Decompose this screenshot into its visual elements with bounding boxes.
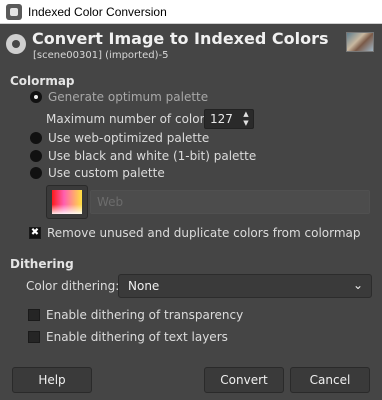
radio-icon (30, 167, 42, 179)
window-title: Indexed Color Conversion (28, 4, 167, 19)
spin-arrows: ▲ ▼ (239, 110, 253, 128)
dither-transparency-checkbox-row[interactable]: Enable dithering of transparency (28, 308, 243, 322)
dialog-header: Convert Image to Indexed Colors [scene00… (0, 26, 382, 66)
spin-down-icon[interactable]: ▼ (239, 119, 253, 128)
title-bar: Indexed Color Conversion (0, 0, 382, 24)
gimp-app-icon (6, 3, 22, 20)
max-colors-spinbox[interactable]: 127 ▲ ▼ (204, 109, 254, 129)
color-dithering-label: Color dithering: (26, 279, 120, 293)
radio-label: Use black and white (1-bit) palette (48, 149, 257, 163)
convert-gear-icon (6, 34, 26, 54)
convert-button[interactable]: Convert (204, 367, 284, 393)
radio-label: Generate optimum palette (48, 90, 209, 104)
radio-label: Use custom palette (48, 166, 165, 180)
dithering-section-title: Dithering (10, 257, 74, 271)
spin-up-icon[interactable]: ▲ (239, 110, 253, 119)
radio-custom-palette[interactable]: Use custom palette (30, 166, 165, 180)
radio-selected-icon (30, 91, 42, 103)
radio-black-white[interactable]: Use black and white (1-bit) palette (30, 149, 256, 163)
color-dithering-row: Color dithering: (26, 279, 119, 293)
dither-text-layers-label: Enable dithering of text layers (46, 330, 228, 344)
custom-palette-field: Web (90, 190, 370, 214)
palette-selector-button[interactable] (46, 185, 88, 219)
colormap-section-title: Colormap (10, 74, 75, 88)
dither-transparency-label: Enable dithering of transparency (46, 308, 244, 322)
remove-unused-label: Remove unused and duplicate colors from … (47, 226, 361, 240)
remove-unused-checkbox-row[interactable]: ✖ Remove unused and duplicate colors fro… (29, 226, 361, 240)
radio-icon (30, 150, 42, 162)
checkbox-icon[interactable] (28, 309, 40, 321)
radio-web-optimized[interactable]: Use web-optimized palette (30, 131, 209, 145)
color-dithering-select[interactable]: None ⌄ (118, 274, 372, 298)
radio-icon (30, 132, 42, 144)
radio-generate-optimum[interactable]: Generate optimum palette (30, 90, 208, 104)
radio-label: Use web-optimized palette (48, 131, 210, 145)
max-colors-label: Maximum number of colors: (46, 112, 215, 126)
max-colors-row: Maximum number of colors: (46, 112, 215, 126)
checkmark-icon[interactable]: ✖ (29, 227, 41, 239)
chevron-down-icon: ⌄ (352, 278, 363, 292)
cancel-button[interactable]: Cancel (290, 367, 370, 393)
dialog-title: Convert Image to Indexed Colors (32, 29, 329, 48)
palette-preview-icon (52, 190, 82, 214)
dither-text-layers-checkbox-row[interactable]: Enable dithering of text layers (28, 330, 228, 344)
help-button[interactable]: Help (12, 367, 92, 393)
image-thumbnail (346, 32, 374, 52)
color-dithering-value: None (128, 279, 160, 293)
max-colors-value[interactable]: 127 (205, 112, 239, 126)
image-name: [scene00301] (imported)-5 (33, 50, 169, 61)
checkbox-icon[interactable] (28, 331, 40, 343)
